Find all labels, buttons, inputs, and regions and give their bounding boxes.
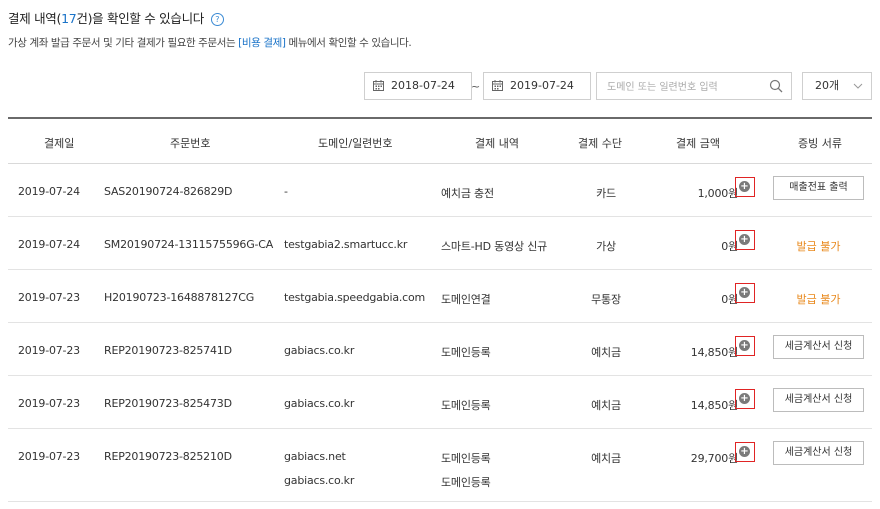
start-date-picker[interactable]: 2018-07-24 [364,72,472,100]
search-icon[interactable] [769,79,783,93]
plus-circle-icon: + [739,181,750,192]
row-order-number: REP20190723-825210D [104,450,232,463]
tax-invoice-button[interactable]: 세금계산서 신청 [773,335,864,359]
col-date: 결제일 [44,137,75,150]
col-documents: 증빙 서류 [798,137,842,150]
row-payment-method: 예치금 [591,399,621,412]
row-payment-method: 카드 [596,187,616,200]
page-subtitle: 가상 계좌 발급 주문서 및 기타 결제가 필요한 주문서는 [비용 결제] 메… [8,35,412,50]
col-domain: 도메인/일련번호 [318,137,393,150]
row-description: 도메인연결 [441,293,491,306]
row-order-number: REP20190723-825473D [104,397,232,410]
row-domain: testgabia.speedgabia.com [284,291,426,304]
end-date-value: 2019-07-24 [510,79,574,92]
table-row: 2019-07-23 REP20190723-825210D gabiacs.n… [8,429,872,502]
row-date: 2019-07-23 [18,291,80,304]
row-date: 2019-07-23 [18,344,80,357]
row-amount: 1,000원 [697,187,739,200]
row-description: 도메인등록 [441,346,491,359]
row-order-number: SM20190724-1311575596G-CA [104,238,274,251]
plus-circle-icon: + [739,287,750,298]
tax-invoice-button[interactable]: 세금계산서 신청 [773,388,864,412]
detail-button[interactable]: + [735,177,755,197]
date-separator: ~ [471,80,481,93]
row-date: 2019-07-23 [18,397,80,410]
title-suffix: 건)을 확인할 수 있습니다 [76,11,204,26]
search-input[interactable] [597,73,769,101]
detail-button[interactable]: + [735,442,755,462]
table-header: 결제일 주문번호 도메인/일련번호 결제 내역 결제 수단 결제 금액 증빙 서… [8,119,872,164]
row-payment-method: 예치금 [591,346,621,359]
status-not-available: 발급 불가 [796,240,841,253]
row-amount: 14,850원 [690,346,738,359]
print-receipt-button[interactable]: 매출전표 출력 [773,176,864,200]
col-payment-method: 결제 수단 [578,137,622,150]
title-count: 17 [61,11,77,26]
row-description: 도메인등록 [441,452,491,465]
row-domain-secondary: gabiacs.co.kr [284,474,355,487]
calendar-icon [373,80,384,91]
help-icon[interactable]: ? [210,13,224,26]
payment-table: 결제일 주문번호 도메인/일련번호 결제 내역 결제 수단 결제 금액 증빙 서… [8,117,872,502]
row-domain: testgabia2.smartucc.kr [284,238,408,251]
row-date: 2019-07-23 [18,450,80,463]
row-order-number: REP20190723-825741D [104,344,232,357]
plus-circle-icon: + [739,234,750,245]
plus-circle-icon: + [739,446,750,457]
table-row: 2019-07-23 REP20190723-825473D gabiacs.c… [8,376,872,429]
row-order-number: H20190723-1648878127CG [104,291,255,304]
subtitle-prefix: 가상 계좌 발급 주문서 및 기타 결제가 필요한 주문서는 [8,37,239,49]
row-domain: - [284,185,288,198]
search-box [596,72,792,101]
subtitle-suffix: 메뉴에서 확인할 수 있습니다. [285,37,412,49]
row-payment-method: 가상 [596,240,616,253]
detail-button[interactable]: + [735,389,755,409]
row-date: 2019-07-24 [18,185,80,198]
row-amount: 29,700원 [690,452,738,465]
page-title: 결제 내역(17건)을 확인할 수 있습니다 ? [8,8,224,27]
col-order-number: 주문번호 [170,137,211,150]
row-payment-method: 무통장 [591,293,621,306]
row-description: 도메인등록 [441,399,491,412]
row-domain: gabiacs.co.kr [284,344,355,357]
payment-menu-link[interactable]: [비용 결제] [238,37,286,49]
row-amount: 14,850원 [690,399,738,412]
row-date: 2019-07-24 [18,238,80,251]
start-date-value: 2018-07-24 [391,79,455,92]
row-domain: gabiacs.co.kr [284,397,355,410]
table-row: 2019-07-24 SM20190724-1311575596G-CA tes… [8,217,872,270]
detail-button[interactable]: + [735,336,755,356]
table-row: 2019-07-23 H20190723-1648878127CG testga… [8,270,872,323]
calendar-icon [492,80,503,91]
detail-button[interactable]: + [735,230,755,250]
col-amount: 결제 금액 [676,137,720,150]
tax-invoice-button[interactable]: 세금계산서 신청 [773,441,864,465]
plus-circle-icon: + [739,393,750,404]
row-payment-method: 예치금 [591,452,621,465]
row-description: 스마트-HD 동영상 신규 [441,240,548,253]
end-date-picker[interactable]: 2019-07-24 [483,72,591,100]
status-not-available: 발급 불가 [796,293,841,306]
plus-circle-icon: + [739,340,750,351]
row-description-secondary: 도메인등록 [441,476,491,489]
detail-button[interactable]: + [735,283,755,303]
page-size-value: 20개 [815,79,840,92]
title-prefix: 결제 내역( [8,11,62,26]
col-description: 결제 내역 [475,137,519,150]
chevron-down-icon [853,83,863,89]
row-order-number: SAS20190724-826829D [104,185,233,198]
table-row: 2019-07-23 REP20190723-825741D gabiacs.c… [8,323,872,376]
page-size-select[interactable]: 20개 [802,72,872,100]
table-row: 2019-07-24 SAS20190724-826829D - 예치금 충전 … [8,164,872,217]
row-domain: gabiacs.net [284,450,346,463]
row-description: 예치금 충전 [441,187,494,200]
filter-bar: 2018-07-24 ~ 2019-07-24 20개 [0,72,880,102]
